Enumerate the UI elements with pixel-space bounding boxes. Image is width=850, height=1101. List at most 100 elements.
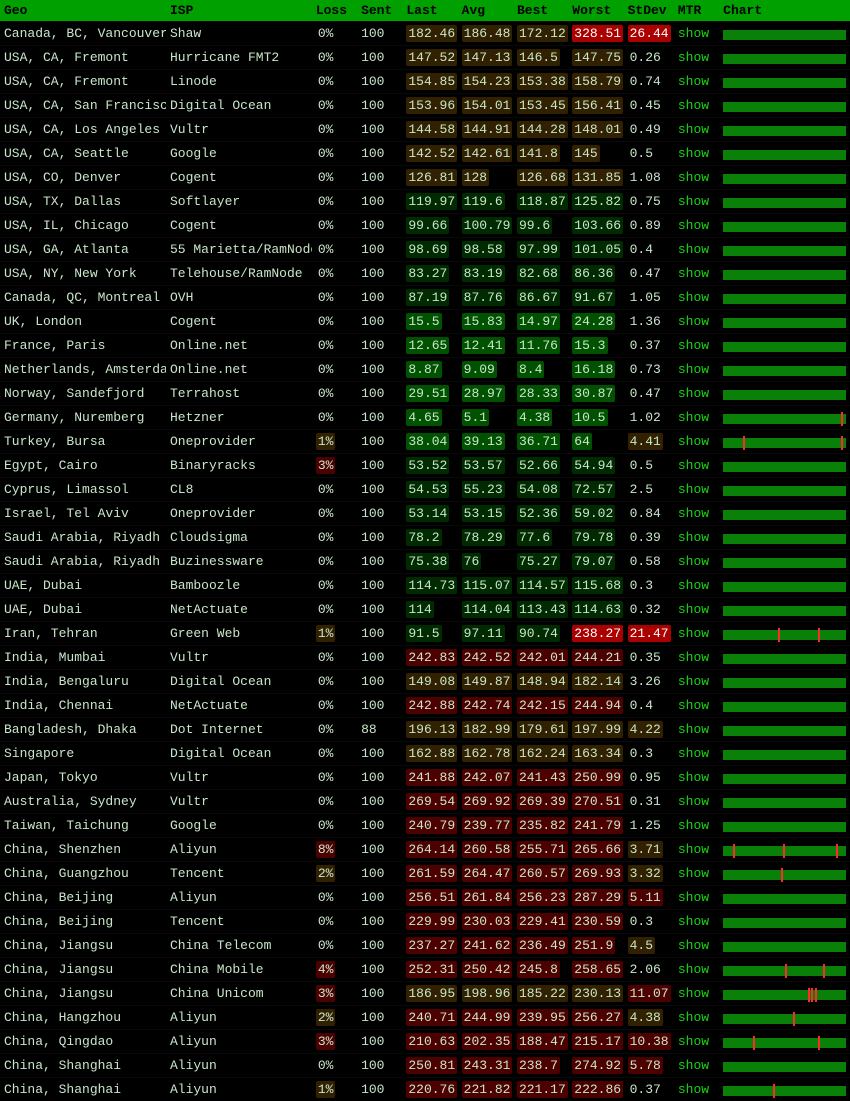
table-row: Australia, SydneyVultr0%100269.54269.922…: [0, 790, 850, 814]
mtr-show-link[interactable]: show: [678, 746, 709, 761]
cell-isp: Google: [166, 814, 312, 838]
cell-loss: 0%: [312, 574, 357, 598]
mtr-show-link[interactable]: show: [678, 890, 709, 905]
mtr-show-link[interactable]: show: [678, 938, 709, 953]
header-geo[interactable]: Geo: [0, 0, 166, 22]
cell-mtr: show: [674, 382, 719, 406]
mtr-show-link[interactable]: show: [678, 386, 709, 401]
mtr-show-link[interactable]: show: [678, 506, 709, 521]
mtr-show-link[interactable]: show: [678, 962, 709, 977]
cell-stdev: 5.78: [624, 1054, 674, 1078]
cell-worst: 156.41: [568, 94, 623, 118]
cell-worst: 131.85: [568, 166, 623, 190]
header-sent[interactable]: Sent: [357, 0, 402, 22]
mtr-show-link[interactable]: show: [678, 866, 709, 881]
mtr-show-link[interactable]: show: [678, 626, 709, 641]
mtr-show-link[interactable]: show: [678, 698, 709, 713]
cell-geo: China, Qingdao: [0, 1030, 166, 1054]
mtr-show-link[interactable]: show: [678, 1082, 709, 1097]
cell-isp: Dot Internet: [166, 718, 312, 742]
mtr-show-link[interactable]: show: [678, 314, 709, 329]
header-stdev[interactable]: StDev: [624, 0, 674, 22]
cell-chart: [719, 502, 850, 526]
mtr-show-link[interactable]: show: [678, 26, 709, 41]
cell-sent: 88: [357, 718, 402, 742]
header-best[interactable]: Best: [513, 0, 568, 22]
cell-avg: 154.01: [458, 94, 513, 118]
mtr-show-link[interactable]: show: [678, 410, 709, 425]
mtr-show-link[interactable]: show: [678, 74, 709, 89]
mtr-show-link[interactable]: show: [678, 434, 709, 449]
latency-sparkline: [723, 482, 846, 498]
table-row: USA, TX, DallasSoftlayer0%100119.97119.6…: [0, 190, 850, 214]
cell-best: 242.01: [513, 646, 568, 670]
header-last[interactable]: Last: [402, 0, 457, 22]
cell-loss: 0%: [312, 502, 357, 526]
mtr-show-link[interactable]: show: [678, 1058, 709, 1073]
mtr-show-link[interactable]: show: [678, 722, 709, 737]
mtr-show-link[interactable]: show: [678, 482, 709, 497]
mtr-show-link[interactable]: show: [678, 674, 709, 689]
cell-sent: 100: [357, 646, 402, 670]
cell-sent: 100: [357, 1054, 402, 1078]
cell-stdev: 0.45: [624, 94, 674, 118]
mtr-show-link[interactable]: show: [678, 362, 709, 377]
cell-worst: 54.94: [568, 454, 623, 478]
mtr-show-link[interactable]: show: [678, 338, 709, 353]
cell-best: 141.8: [513, 142, 568, 166]
mtr-show-link[interactable]: show: [678, 218, 709, 233]
mtr-show-link[interactable]: show: [678, 146, 709, 161]
table-row: Iran, TehranGreen Web1%10091.597.1190.74…: [0, 622, 850, 646]
header-isp[interactable]: ISP: [166, 0, 312, 22]
mtr-show-link[interactable]: show: [678, 98, 709, 113]
mtr-show-link[interactable]: show: [678, 290, 709, 305]
cell-last: 237.27: [402, 934, 457, 958]
mtr-show-link[interactable]: show: [678, 170, 709, 185]
latency-sparkline: [723, 146, 846, 162]
table-row: Turkey, BursaOneprovider1%10038.0439.133…: [0, 430, 850, 454]
header-mtr[interactable]: MTR: [674, 0, 719, 22]
mtr-show-link[interactable]: show: [678, 266, 709, 281]
cell-chart: [719, 382, 850, 406]
cell-avg: 119.6: [458, 190, 513, 214]
cell-sent: 100: [357, 598, 402, 622]
mtr-show-link[interactable]: show: [678, 986, 709, 1001]
mtr-show-link[interactable]: show: [678, 578, 709, 593]
mtr-show-link[interactable]: show: [678, 602, 709, 617]
cell-geo: China, Beijing: [0, 910, 166, 934]
header-worst[interactable]: Worst: [568, 0, 623, 22]
header-loss[interactable]: Loss: [312, 0, 357, 22]
mtr-show-link[interactable]: show: [678, 818, 709, 833]
mtr-show-link[interactable]: show: [678, 242, 709, 257]
mtr-show-link[interactable]: show: [678, 842, 709, 857]
cell-chart: [719, 310, 850, 334]
mtr-show-link[interactable]: show: [678, 914, 709, 929]
cell-avg: 142.61: [458, 142, 513, 166]
cell-isp: Tencent: [166, 910, 312, 934]
header-avg[interactable]: Avg: [458, 0, 513, 22]
mtr-show-link[interactable]: show: [678, 194, 709, 209]
mtr-show-link[interactable]: show: [678, 1034, 709, 1049]
cell-sent: 100: [357, 46, 402, 70]
cell-worst: 30.87: [568, 382, 623, 406]
mtr-show-link[interactable]: show: [678, 794, 709, 809]
cell-isp: Shaw: [166, 22, 312, 46]
mtr-show-link[interactable]: show: [678, 1010, 709, 1025]
mtr-show-link[interactable]: show: [678, 50, 709, 65]
header-chart[interactable]: Chart: [719, 0, 850, 22]
mtr-show-link[interactable]: show: [678, 530, 709, 545]
cell-geo: UAE, Dubai: [0, 574, 166, 598]
cell-loss: 0%: [312, 70, 357, 94]
mtr-show-link[interactable]: show: [678, 122, 709, 137]
cell-mtr: show: [674, 958, 719, 982]
cell-stdev: 1.05: [624, 286, 674, 310]
cell-chart: [719, 142, 850, 166]
mtr-show-link[interactable]: show: [678, 554, 709, 569]
cell-geo: China, Guangzhou: [0, 862, 166, 886]
cell-best: 148.94: [513, 670, 568, 694]
cell-mtr: show: [674, 886, 719, 910]
cell-isp: Buzinessware: [166, 550, 312, 574]
mtr-show-link[interactable]: show: [678, 458, 709, 473]
mtr-show-link[interactable]: show: [678, 770, 709, 785]
mtr-show-link[interactable]: show: [678, 650, 709, 665]
